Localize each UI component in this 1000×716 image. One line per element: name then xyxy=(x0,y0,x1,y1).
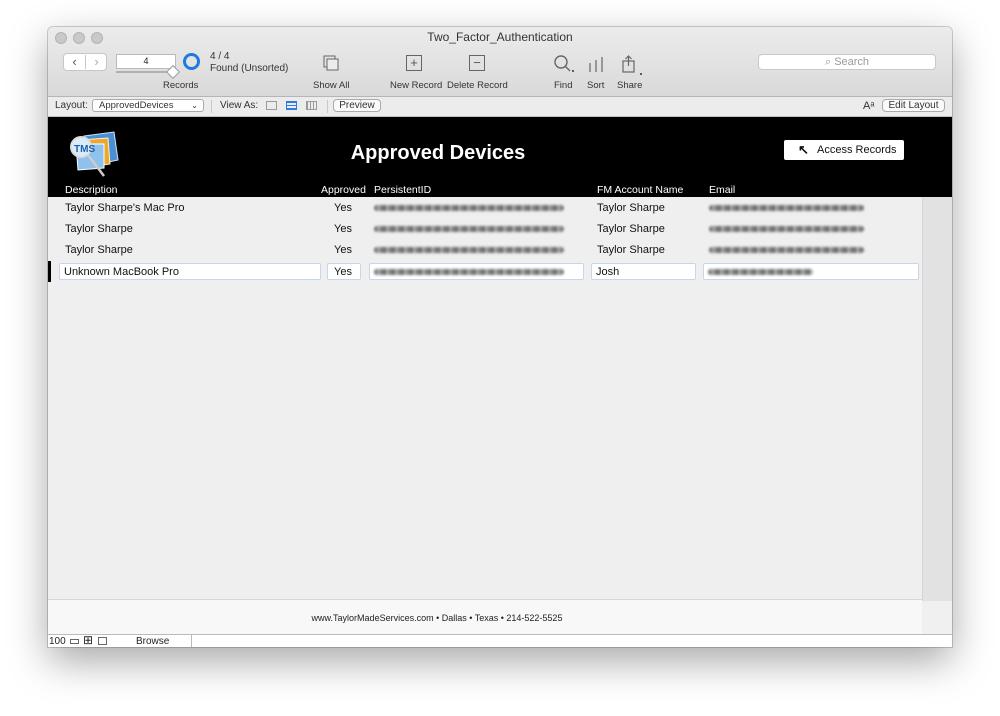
record-navigation: ‹ › xyxy=(63,53,107,71)
layout-footer: www.TaylorMadeServices.com • Dallas • Te… xyxy=(48,599,922,634)
column-header-fm-account-name: FM Account Name xyxy=(597,184,684,196)
table-row[interactable]: Taylor Sharpe's Mac Pro Yes Taylor Sharp… xyxy=(48,198,922,219)
table-row[interactable]: Taylor Sharpe Yes Taylor Sharpe xyxy=(48,240,922,261)
show-all-button[interactable]: Show All xyxy=(313,80,349,91)
arrow-up-left-icon: ↖ xyxy=(798,142,809,157)
edit-layout-button[interactable]: Edit Layout xyxy=(882,99,945,112)
fm-account-name-field[interactable]: Taylor Sharpe xyxy=(593,200,693,217)
sort-button[interactable]: Sort xyxy=(587,80,604,91)
view-as-label: View As: xyxy=(220,100,259,111)
description-field[interactable]: Taylor Sharpe's Mac Pro xyxy=(61,200,321,217)
redacted-value xyxy=(708,269,813,276)
column-header-description: Description xyxy=(65,184,118,196)
found-status: Found (Unsorted) xyxy=(210,63,289,74)
redacted-value xyxy=(709,205,864,212)
show-all-icon[interactable] xyxy=(322,54,342,77)
layout-select[interactable]: ApprovedDevices ⌄ xyxy=(92,99,204,112)
toggle-status-toolbar-icon[interactable] xyxy=(98,637,107,645)
redacted-value xyxy=(374,226,564,233)
current-record-field[interactable]: 4 xyxy=(116,54,176,69)
approved-field[interactable]: Yes xyxy=(330,200,360,217)
status-bar: 100 ⊞ Browse xyxy=(48,634,952,647)
persistent-id-field[interactable] xyxy=(370,200,584,217)
zoom-out-icon[interactable] xyxy=(70,639,79,644)
active-row-indicator xyxy=(48,261,51,282)
search-field[interactable]: ⌕ Search xyxy=(758,54,936,70)
redacted-value xyxy=(374,247,564,254)
approved-field[interactable]: Yes xyxy=(330,242,360,259)
next-record-button[interactable]: › xyxy=(86,54,107,70)
page-title: Approved Devices xyxy=(350,142,526,164)
column-header-approved: Approved xyxy=(321,184,366,196)
records-label: Records xyxy=(163,80,199,91)
new-record-button[interactable]: New Record xyxy=(390,80,442,91)
description-field[interactable]: Unknown MacBook Pro xyxy=(59,263,321,280)
list-view-icon[interactable] xyxy=(286,101,297,110)
email-field[interactable] xyxy=(705,221,919,238)
layout-header: TMS Approved Devices ↖ Access Records De… xyxy=(48,117,952,197)
layout-bar: Layout: ApprovedDevices ⌄ View As: Previ… xyxy=(48,97,952,117)
email-field[interactable] xyxy=(703,263,919,280)
new-record-icon[interactable]: + xyxy=(406,55,422,71)
persistent-id-field[interactable] xyxy=(370,242,584,259)
found-count: 4 / 4 xyxy=(210,51,230,62)
delete-record-icon[interactable]: − xyxy=(469,55,485,71)
toolbar: Two_Factor_Authentication ‹ › 4 Records … xyxy=(48,27,952,97)
footer-text: www.TaylorMadeServices.com • Dallas • Te… xyxy=(311,613,563,623)
mode-indicator[interactable]: Browse xyxy=(136,635,169,647)
redacted-value xyxy=(374,205,564,212)
share-icon[interactable] xyxy=(620,54,644,79)
access-records-label: Access Records xyxy=(817,144,897,156)
find-button[interactable]: Find xyxy=(554,80,572,91)
layout-label: Layout: xyxy=(55,100,88,111)
redacted-value xyxy=(709,247,864,254)
table-view-icon[interactable] xyxy=(306,101,317,110)
email-field[interactable] xyxy=(705,242,919,259)
preview-button[interactable]: Preview xyxy=(333,99,381,112)
fm-account-name-field[interactable]: Taylor Sharpe xyxy=(593,242,693,259)
column-header-email: Email xyxy=(709,184,736,196)
found-set-pie-icon xyxy=(183,53,200,70)
window-title: Two_Factor_Authentication xyxy=(427,30,573,44)
email-field[interactable] xyxy=(705,200,919,217)
description-field[interactable]: Taylor Sharpe xyxy=(61,242,321,259)
delete-record-button[interactable]: Delete Record xyxy=(447,80,508,91)
filemaker-window: Two_Factor_Authentication ‹ › 4 Records … xyxy=(48,27,952,647)
share-button[interactable]: Share xyxy=(617,80,642,91)
description-field[interactable]: Taylor Sharpe xyxy=(61,221,321,238)
previous-record-button[interactable]: ‹ xyxy=(64,54,85,70)
sort-icon[interactable] xyxy=(587,54,605,77)
redacted-value xyxy=(709,226,864,233)
records-list: Taylor Sharpe's Mac Pro Yes Taylor Sharp… xyxy=(48,197,922,599)
persistent-id-field[interactable] xyxy=(370,221,584,238)
zoom-in-icon[interactable]: ⊞ xyxy=(83,634,93,646)
approved-field[interactable]: Yes xyxy=(327,263,361,280)
table-row[interactable]: Taylor Sharpe Yes Taylor Sharpe xyxy=(48,219,922,240)
layout-select-value: ApprovedDevices xyxy=(99,100,174,111)
form-view-icon[interactable] xyxy=(266,101,277,110)
access-records-button[interactable]: ↖ Access Records xyxy=(784,140,904,160)
table-row-active[interactable]: Unknown MacBook Pro Yes Josh xyxy=(48,261,922,282)
search-placeholder: Search xyxy=(834,56,870,68)
fm-account-name-field[interactable]: Taylor Sharpe xyxy=(593,221,693,238)
redacted-value xyxy=(374,269,564,276)
chevron-down-icon: ⌄ xyxy=(191,101,198,110)
fm-account-name-field[interactable]: Josh xyxy=(591,263,696,280)
search-icon: ⌕ xyxy=(824,56,832,68)
scrollbar-area[interactable] xyxy=(922,197,952,601)
persistent-id-field[interactable] xyxy=(369,263,584,280)
text-size-icon[interactable]: Aᵃ xyxy=(863,100,874,112)
column-header-persistent-id: PersistentID xyxy=(374,184,432,196)
approved-field[interactable]: Yes xyxy=(330,221,360,238)
find-icon[interactable] xyxy=(553,54,575,77)
zoom-level[interactable]: 100 xyxy=(49,635,66,647)
